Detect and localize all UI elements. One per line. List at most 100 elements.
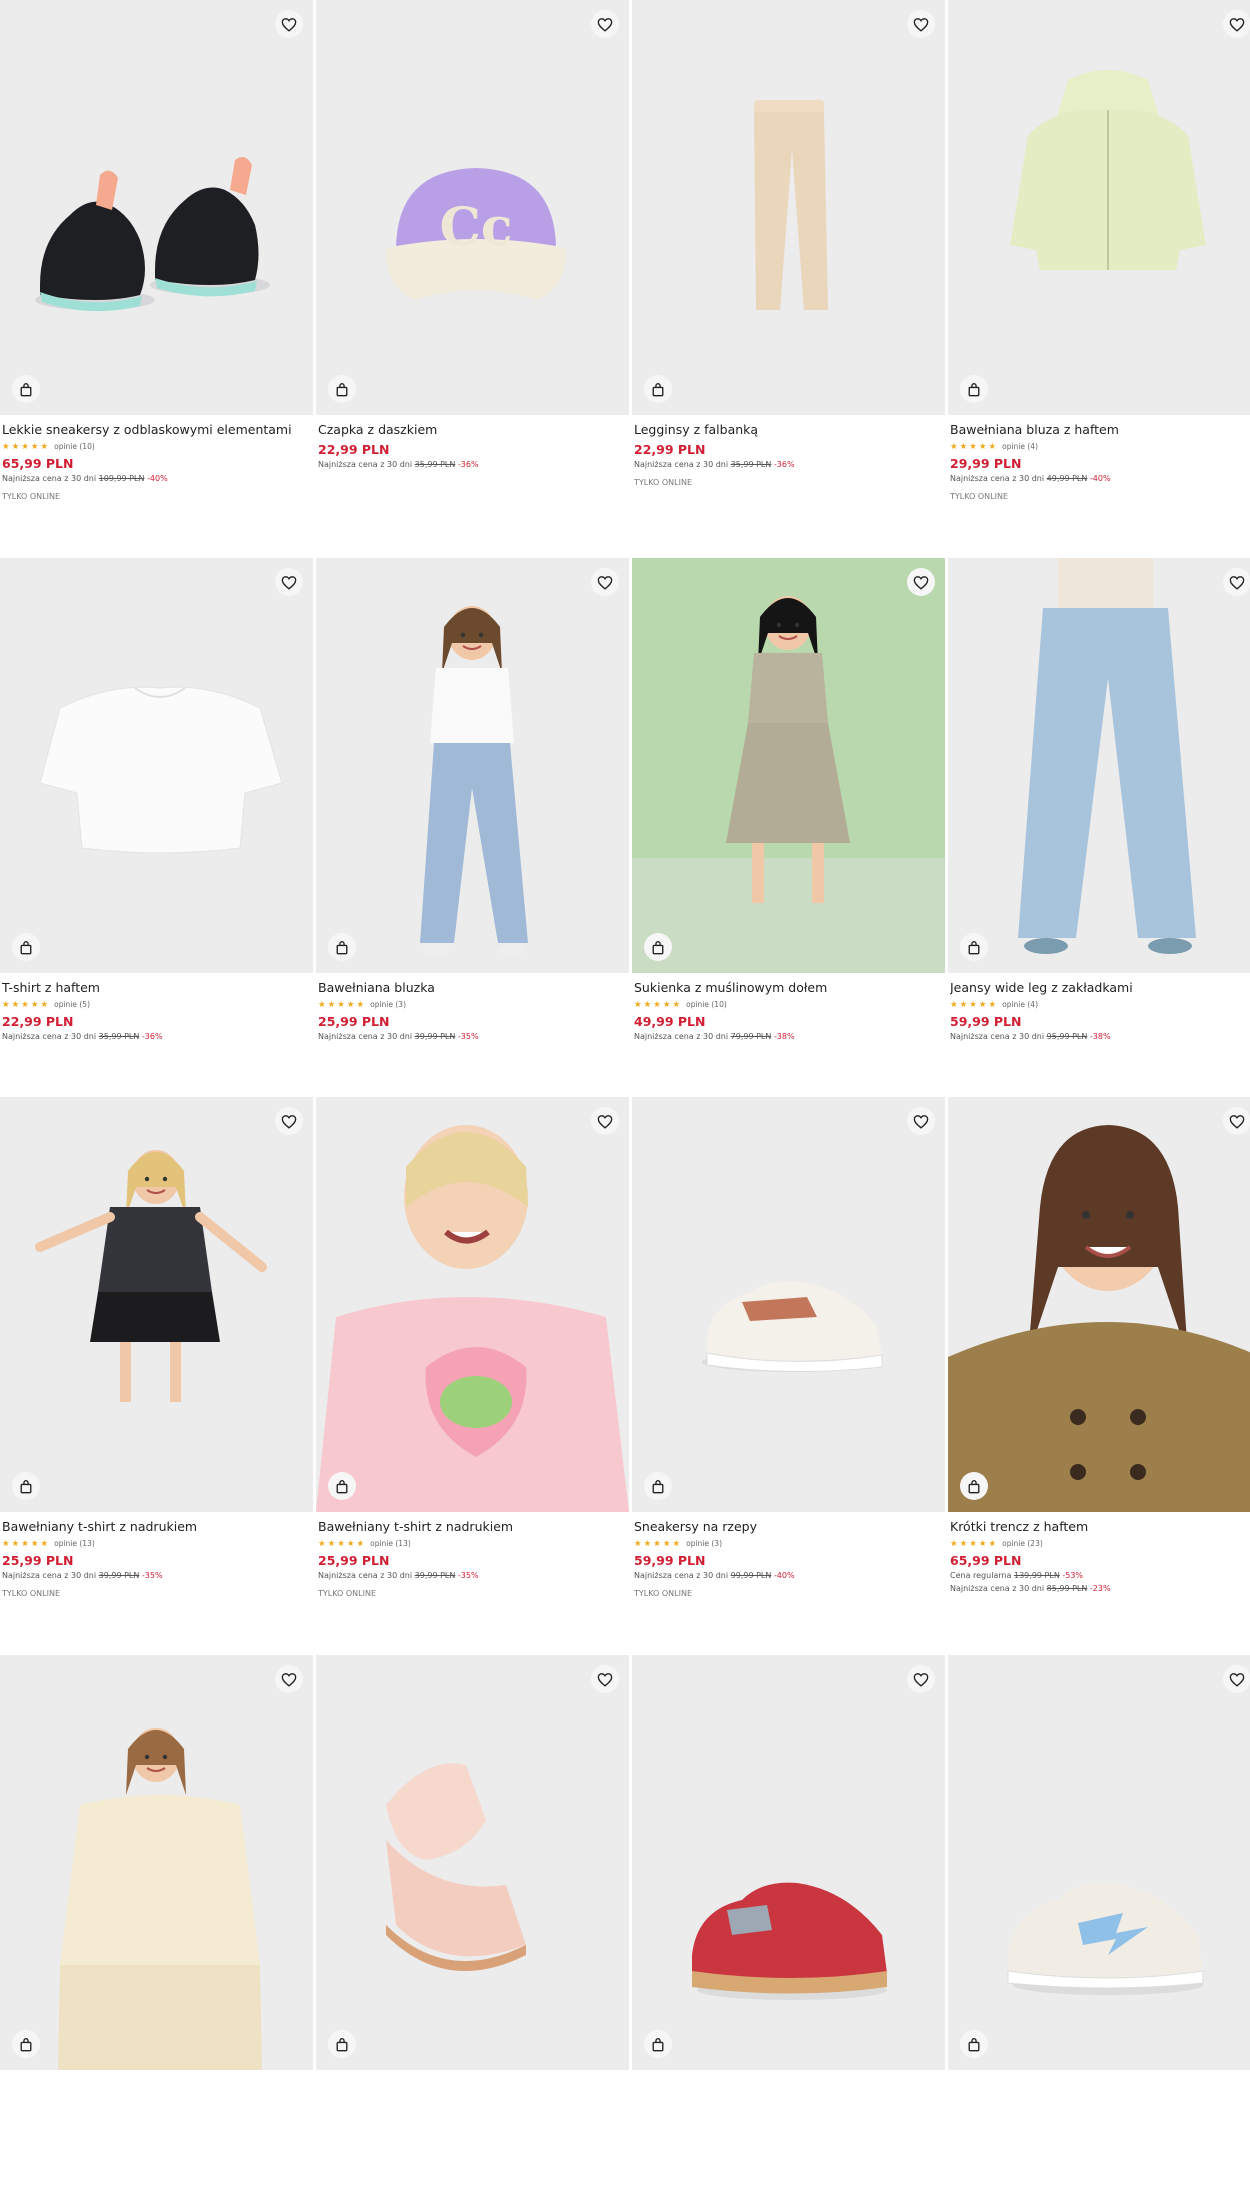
- product-rating: ★★★★★ opinie (4): [950, 440, 1250, 453]
- add-to-cart-button[interactable]: [12, 375, 40, 403]
- favorite-button[interactable]: [275, 568, 303, 596]
- product-info: Krótki trencz z haftem ★★★★★ opinie (23) 65…: [950, 1518, 1250, 1595]
- product-card[interactable]: Sukienka z muślinowym dołem ★★★★★ opinie (…: [632, 558, 945, 1098]
- add-to-cart-button[interactable]: [328, 375, 356, 403]
- favorite-button[interactable]: [907, 1665, 935, 1693]
- favorite-button[interactable]: [591, 1665, 619, 1693]
- add-to-cart-button[interactable]: [960, 375, 988, 403]
- product-image[interactable]: [316, 1655, 629, 2070]
- favorite-button[interactable]: [1223, 1107, 1250, 1135]
- product-name[interactable]: Lekkie sneakersy z odblaskowymi elementa…: [2, 421, 308, 439]
- favorite-button[interactable]: [591, 10, 619, 38]
- product-image[interactable]: [0, 1097, 313, 1512]
- favorite-button[interactable]: [275, 1665, 303, 1693]
- product-card[interactable]: [316, 1655, 629, 2195]
- add-to-cart-button[interactable]: [328, 1472, 356, 1500]
- review-count[interactable]: opinie (4): [1002, 442, 1038, 451]
- product-card[interactable]: Jeansy wide leg z zakładkami ★★★★★ opinie …: [948, 558, 1250, 1098]
- product-card[interactable]: Legginsy z falbanką 22,99 PLN Najniższa ce…: [632, 0, 945, 540]
- product-name[interactable]: Bawełniany t-shirt z nadrukiem: [318, 1518, 624, 1536]
- product-image[interactable]: [632, 558, 945, 973]
- product-price: 65,99 PLN: [950, 1553, 1022, 1568]
- product-image[interactable]: [316, 558, 629, 973]
- add-to-cart-button[interactable]: [960, 933, 988, 961]
- review-count[interactable]: opinie (13): [370, 1539, 411, 1548]
- add-to-cart-button[interactable]: [328, 2030, 356, 2058]
- shopping-bag-icon: [335, 940, 349, 955]
- product-name[interactable]: Krótki trencz z haftem: [950, 1518, 1250, 1536]
- product-name[interactable]: Bawełniana bluza z haftem: [950, 421, 1250, 439]
- add-to-cart-button[interactable]: [644, 933, 672, 961]
- add-to-cart-button[interactable]: [644, 375, 672, 403]
- heart-icon: [597, 575, 613, 590]
- product-image[interactable]: [632, 0, 945, 415]
- product-price: 22,99 PLN: [318, 442, 390, 457]
- product-name[interactable]: Czapka z daszkiem: [318, 421, 624, 439]
- product-card[interactable]: [632, 1655, 945, 2195]
- product-card[interactable]: Krótki trencz z haftem ★★★★★ opinie (23) 65…: [948, 1097, 1250, 1637]
- heart-icon: [281, 1114, 297, 1129]
- favorite-button[interactable]: [275, 1107, 303, 1135]
- shopping-bag-icon: [651, 2037, 665, 2052]
- product-name[interactable]: Sukienka z muślinowym dołem: [634, 979, 940, 997]
- favorite-button[interactable]: [907, 1107, 935, 1135]
- product-card[interactable]: Lekkie sneakersy z odblaskowymi elementa…: [0, 0, 313, 540]
- add-to-cart-button[interactable]: [960, 2030, 988, 2058]
- review-count[interactable]: opinie (5): [54, 1000, 90, 1009]
- product-image[interactable]: [0, 558, 313, 973]
- product-card[interactable]: Bawełniana bluza z haftem ★★★★★ opinie (4)…: [948, 0, 1250, 540]
- online-only-badge: TYLKO ONLINE: [634, 1589, 693, 1598]
- review-count[interactable]: opinie (3): [370, 1000, 406, 1009]
- old-price: 95,99 PLN: [1046, 1032, 1088, 1041]
- product-name[interactable]: T-shirt z haftem: [2, 979, 308, 997]
- product-image[interactable]: [948, 0, 1250, 415]
- shopping-bag-icon: [651, 1479, 665, 1494]
- product-image[interactable]: [948, 1655, 1250, 2070]
- add-to-cart-button[interactable]: [12, 2030, 40, 2058]
- product-image[interactable]: [0, 1655, 313, 2070]
- favorite-button[interactable]: [591, 568, 619, 596]
- product-image[interactable]: [316, 1097, 629, 1512]
- product-name[interactable]: Jeansy wide leg z zakładkami: [950, 979, 1250, 997]
- review-count[interactable]: opinie (13): [54, 1539, 95, 1548]
- product-name[interactable]: Sneakersy na rzepy: [634, 1518, 940, 1536]
- review-count[interactable]: opinie (10): [686, 1000, 727, 1009]
- review-count[interactable]: opinie (10): [54, 442, 95, 451]
- product-card[interactable]: Bawełniany t-shirt z nadrukiem ★★★★★ opini…: [0, 1097, 313, 1637]
- product-card[interactable]: Bawełniana bluzka ★★★★★ opinie (3) 25,99 PL…: [316, 558, 629, 1098]
- product-name[interactable]: Legginsy z falbanką: [634, 421, 940, 439]
- product-image[interactable]: [632, 1097, 945, 1512]
- review-count[interactable]: opinie (4): [1002, 1000, 1038, 1009]
- product-card[interactable]: Bawełniany t-shirt z nadrukiem ★★★★★ opini…: [316, 1097, 629, 1637]
- product-name[interactable]: Bawełniana bluzka: [318, 979, 624, 997]
- product-card[interactable]: [948, 1655, 1250, 2195]
- add-to-cart-button[interactable]: [960, 1472, 988, 1500]
- product-image[interactable]: [948, 558, 1250, 973]
- product-photo-sneaker-white: [702, 1281, 883, 1373]
- heart-icon: [1229, 1672, 1245, 1687]
- product-image[interactable]: [948, 1097, 1250, 1512]
- add-to-cart-button[interactable]: [644, 1472, 672, 1500]
- review-count[interactable]: opinie (23): [1002, 1539, 1043, 1548]
- favorite-button[interactable]: [591, 1107, 619, 1135]
- product-card[interactable]: T-shirt z haftem ★★★★★ opinie (5) 22,99 PLN…: [0, 558, 313, 1098]
- favorite-button[interactable]: [1223, 10, 1250, 38]
- product-name[interactable]: Bawełniany t-shirt z nadrukiem: [2, 1518, 308, 1536]
- product-image[interactable]: Cc: [316, 0, 629, 415]
- product-info: Sukienka z muślinowym dołem ★★★★★ opinie (…: [634, 979, 940, 1043]
- product-card[interactable]: Sneakersy na rzepy ★★★★★ opinie (3) 59,99 P…: [632, 1097, 945, 1637]
- add-to-cart-button[interactable]: [12, 1472, 40, 1500]
- product-card[interactable]: [0, 1655, 313, 2195]
- favorite-button[interactable]: [275, 10, 303, 38]
- review-count[interactable]: opinie (3): [686, 1539, 722, 1548]
- favorite-button[interactable]: [1223, 568, 1250, 596]
- add-to-cart-button[interactable]: [644, 2030, 672, 2058]
- favorite-button[interactable]: [1223, 1665, 1250, 1693]
- add-to-cart-button[interactable]: [328, 933, 356, 961]
- favorite-button[interactable]: [907, 568, 935, 596]
- product-card[interactable]: Cc Czapka z daszkiem 22,99 PLN Najniższa ce…: [316, 0, 629, 540]
- product-image[interactable]: [632, 1655, 945, 2070]
- favorite-button[interactable]: [907, 10, 935, 38]
- add-to-cart-button[interactable]: [12, 933, 40, 961]
- product-image[interactable]: [0, 0, 313, 415]
